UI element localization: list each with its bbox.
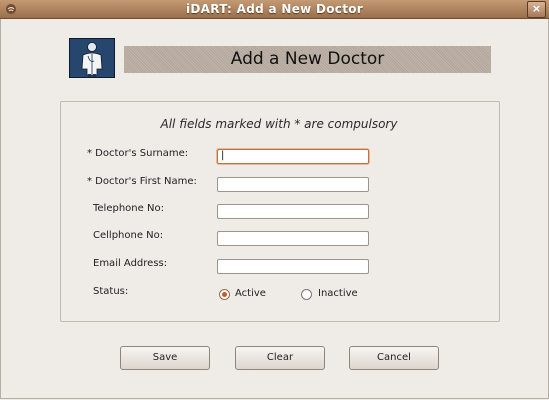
header-banner: Add a New Doctor xyxy=(124,46,491,73)
first-name-label: * Doctor's First Name: xyxy=(87,176,197,187)
surname-label: * Doctor's Surname: xyxy=(87,148,189,159)
status-label: Status: xyxy=(93,286,129,297)
status-inactive-label[interactable]: Inactive xyxy=(318,288,358,299)
first-name-field[interactable] xyxy=(217,177,369,192)
cellphone-field[interactable] xyxy=(217,231,369,246)
close-icon: × xyxy=(531,2,542,15)
compulsory-note: All fields marked with * are compulsory xyxy=(160,117,398,131)
close-button[interactable]: × xyxy=(527,1,546,18)
page-title: Add a New Doctor xyxy=(230,49,385,69)
clear-button[interactable]: Clear xyxy=(235,346,325,370)
doctor-icon xyxy=(69,38,115,78)
window-title: iDART: Add a New Doctor xyxy=(185,2,364,16)
status-inactive-radio[interactable] xyxy=(301,289,312,300)
email-label: Email Address: xyxy=(93,258,168,269)
title-bar: iDART: Add a New Doctor × xyxy=(0,0,549,19)
telephone-field[interactable] xyxy=(217,204,369,219)
cancel-button[interactable]: Cancel xyxy=(349,346,439,370)
save-button[interactable]: Save xyxy=(120,346,210,370)
telephone-label: Telephone No: xyxy=(93,203,164,214)
email-field[interactable] xyxy=(217,259,369,274)
surname-field[interactable]: | xyxy=(217,149,369,164)
cellphone-label: Cellphone No: xyxy=(93,230,164,241)
status-active-label[interactable]: Active xyxy=(235,288,266,299)
status-active-radio[interactable] xyxy=(219,289,230,300)
